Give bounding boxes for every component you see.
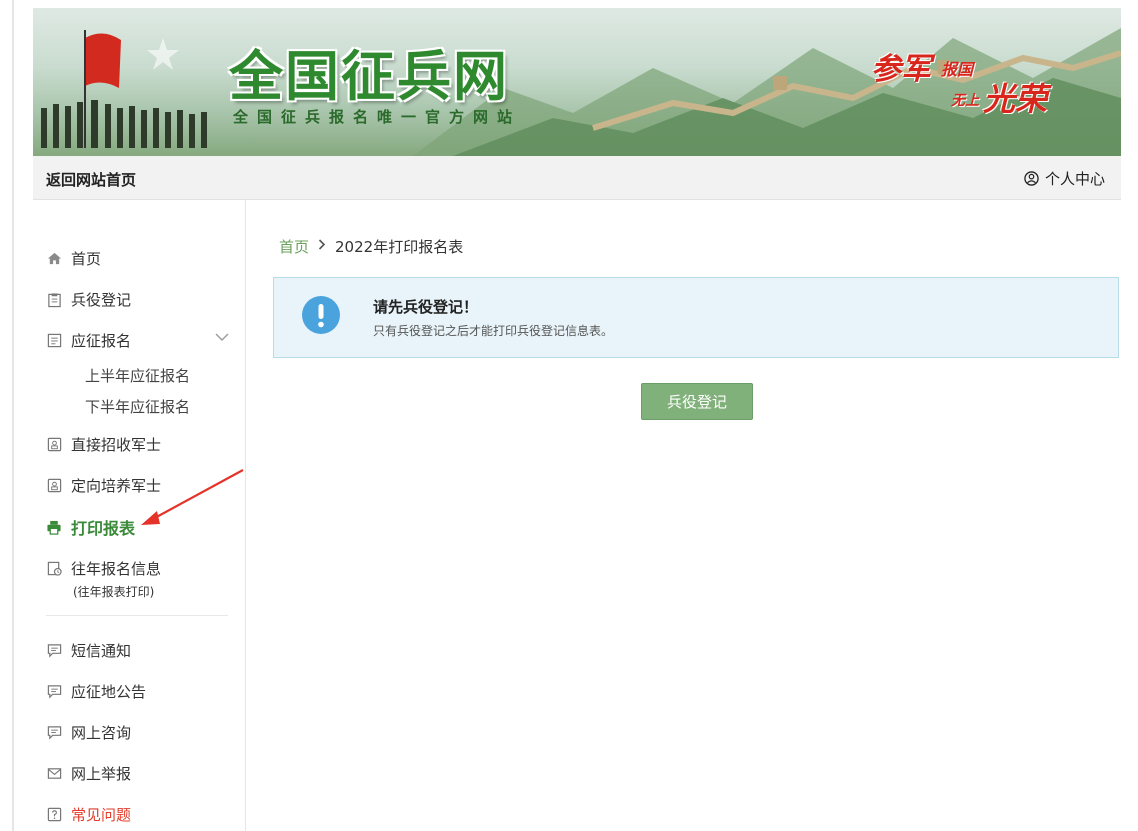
sidebar-item-print-report[interactable]: 打印报表 (46, 515, 135, 539)
sidebar: 首页 兵役登记 应征报名 上半年应征报名 下半年应征报名 直接招收军士 定向培养… (33, 200, 246, 831)
sidebar-item-label: 网上咨询 (71, 724, 132, 742)
form-icon (46, 333, 62, 349)
message-icon (46, 725, 62, 741)
breadcrumb-separator-icon (318, 239, 326, 254)
banner-slogan: 参军 报国 无上 光荣 (871, 44, 1051, 124)
id-card-icon (46, 437, 62, 453)
question-icon (46, 807, 62, 823)
sidebar-item-home[interactable]: 首页 (46, 248, 101, 269)
sidebar-item-past-registration[interactable]: 往年报名信息 (46, 558, 161, 579)
sidebar-item-military-registration[interactable]: 兵役登记 (46, 289, 131, 310)
sidebar-item-direct-recruit-nco[interactable]: 直接招收军士 (46, 434, 161, 455)
breadcrumb-current: 2022年打印报名表 (335, 238, 464, 256)
sidebar-item-local-announcement[interactable]: 应征地公告 (46, 681, 146, 702)
personal-center-link[interactable]: 个人中心 (1024, 168, 1105, 189)
user-circle-icon (1024, 171, 1039, 186)
site-banner: 全国征兵网 全国征兵报名唯一官方网站 参军 报国 无上 光荣 (33, 8, 1121, 156)
home-icon (46, 251, 62, 267)
slogan-part: 光荣 (983, 80, 1048, 118)
alert-title: 请先兵役登记！ (373, 298, 479, 316)
top-nav-bar: 返回网站首页 个人中心 (33, 156, 1121, 200)
sidebar-item-label: 打印报表 (71, 519, 136, 538)
personal-center-label: 个人中心 (1044, 170, 1105, 188)
sidebar-item-sms-notice[interactable]: 短信通知 (46, 640, 131, 661)
info-alert: 请先兵役登记！ 只有兵役登记之后才能打印兵役登记信息表。 (273, 277, 1119, 358)
app-container: 全国征兵网 全国征兵报名唯一官方网站 参军 报国 无上 光荣 返回网站首页 个人… (33, 8, 1121, 831)
sidebar-item-label: 往年报名信息 (71, 560, 162, 578)
alert-text: 只有兵役登记之后才能打印兵役登记信息表。 (373, 324, 614, 338)
past-registration-note: (往年报表打印) (73, 585, 155, 599)
sidebar-item-label: 定向培养军士 (71, 477, 162, 495)
sidebar-item-label: 直接招收军士 (71, 436, 162, 454)
page-left-rule (12, 0, 14, 831)
sidebar-divider (46, 615, 228, 616)
sidebar-item-label: 短信通知 (71, 642, 132, 660)
sidebar-item-label: 常见问题 (71, 806, 132, 824)
exclamation-icon (302, 296, 340, 334)
chevron-down-icon[interactable] (214, 330, 230, 348)
history-icon (46, 561, 62, 577)
sidebar-item-directed-training-nco[interactable]: 定向培养军士 (46, 475, 161, 496)
site-subtitle: 全国征兵报名唯一官方网站 (233, 108, 522, 126)
sidebar-item-label: 应征报名 (71, 332, 132, 350)
sidebar-subitem-second-half[interactable]: 下半年应征报名 (85, 396, 190, 417)
sidebar-item-faq[interactable]: 常见问题 (46, 804, 131, 825)
slogan-part: 无上 (951, 93, 979, 109)
sidebar-item-online-consult[interactable]: 网上咨询 (46, 722, 131, 743)
slogan-part: 报国 (941, 60, 974, 79)
sidebar-subitem-first-half[interactable]: 上半年应征报名 (85, 365, 190, 386)
site-title: 全国征兵网 (229, 45, 509, 108)
slogan-part: 参军 (871, 52, 931, 87)
back-to-home-link[interactable]: 返回网站首页 (46, 169, 136, 190)
sidebar-item-label: 应征地公告 (71, 683, 147, 701)
printer-icon (46, 519, 62, 535)
breadcrumb-home-link[interactable]: 首页 (279, 236, 309, 257)
sidebar-item-label: 兵役登记 (71, 291, 132, 309)
id-card-icon (46, 478, 62, 494)
clipboard-icon (46, 292, 62, 308)
military-registration-button[interactable]: 兵役登记 (641, 383, 753, 420)
mail-icon (46, 766, 62, 782)
sidebar-item-enlistment[interactable]: 应征报名 (46, 330, 241, 351)
message-icon (46, 684, 62, 700)
sidebar-item-label: 网上举报 (71, 765, 132, 783)
sidebar-item-online-report[interactable]: 网上举报 (46, 763, 131, 784)
breadcrumb: 首页 2022年打印报名表 (279, 236, 463, 257)
sidebar-item-label: 首页 (71, 250, 102, 268)
message-icon (46, 643, 62, 659)
